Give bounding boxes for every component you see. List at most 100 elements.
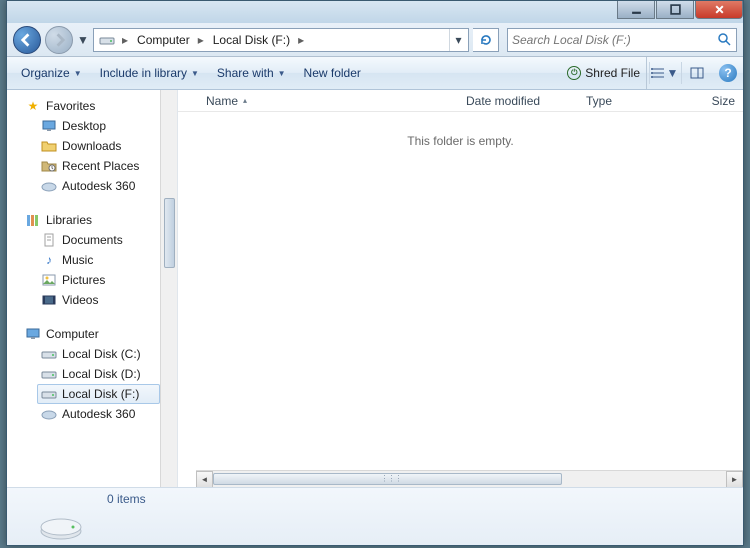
- nav-item-music[interactable]: ♪ Music: [7, 250, 177, 270]
- music-icon: ♪: [41, 252, 57, 268]
- item-label: Videos: [62, 293, 98, 307]
- back-button[interactable]: [13, 26, 41, 54]
- chevron-right-icon[interactable]: ▸: [195, 33, 207, 47]
- item-label: Local Disk (D:): [62, 367, 141, 381]
- file-list-area[interactable]: Name ▴ Date modified Type Size This folde…: [178, 90, 743, 487]
- cloud-icon: [41, 178, 57, 194]
- folder-icon: [41, 138, 57, 154]
- breadcrumb-computer[interactable]: Computer: [131, 29, 195, 51]
- pictures-icon: [41, 272, 57, 288]
- shred-file-button[interactable]: ⏻ Shred File: [561, 57, 647, 89]
- scrollbar-thumb[interactable]: [164, 198, 175, 268]
- column-type[interactable]: Type: [578, 94, 678, 108]
- address-dropdown[interactable]: ▾: [449, 29, 467, 51]
- computer-group[interactable]: Computer: [7, 324, 177, 344]
- nav-item-pictures[interactable]: Pictures: [7, 270, 177, 290]
- drive-icon: [98, 32, 116, 48]
- nav-item-downloads[interactable]: Downloads: [7, 136, 177, 156]
- column-headers: Name ▴ Date modified Type Size: [178, 90, 743, 112]
- nav-item-localdisk-d[interactable]: Local Disk (D:): [7, 364, 177, 384]
- item-label: Pictures: [62, 273, 105, 287]
- column-date[interactable]: Date modified: [458, 94, 578, 108]
- view-options-button[interactable]: ▼: [649, 62, 679, 84]
- item-label: Documents: [62, 233, 123, 247]
- nav-item-autodesk360-2[interactable]: Autodesk 360: [7, 404, 177, 424]
- search-box[interactable]: [507, 28, 737, 52]
- minimize-button[interactable]: [617, 1, 655, 19]
- column-name[interactable]: Name ▴: [198, 94, 458, 108]
- item-label: Desktop: [62, 119, 106, 133]
- drive-large-icon: [37, 505, 85, 541]
- empty-folder-message: This folder is empty.: [178, 134, 743, 148]
- col-label: Size: [712, 94, 735, 108]
- col-label: Type: [586, 94, 612, 108]
- nav-item-autodesk360[interactable]: Autodesk 360: [7, 176, 177, 196]
- include-in-library-menu[interactable]: Include in library▼: [92, 61, 207, 85]
- search-input[interactable]: [512, 33, 716, 47]
- command-bar: Organize▼ Include in library▼ Share with…: [7, 57, 743, 90]
- refresh-button[interactable]: [473, 28, 499, 52]
- nav-item-localdisk-f[interactable]: Local Disk (F:): [37, 384, 160, 404]
- videos-icon: [41, 292, 57, 308]
- chevron-down-icon: ▼: [74, 69, 82, 78]
- include-label: Include in library: [100, 66, 187, 80]
- scroll-right-button[interactable]: ►: [726, 471, 743, 488]
- favorites-group[interactable]: ★ Favorites: [7, 96, 177, 116]
- col-label: Date modified: [466, 94, 540, 108]
- horizontal-scrollbar[interactable]: ◄ ►: [196, 470, 743, 487]
- sort-indicator-icon: ▴: [243, 96, 247, 105]
- chevron-right-icon[interactable]: ▸: [119, 33, 131, 47]
- nav-item-documents[interactable]: Documents: [7, 230, 177, 250]
- new-folder-button[interactable]: New folder: [296, 61, 369, 85]
- star-icon: ★: [25, 98, 41, 114]
- breadcrumb-localdisk-f[interactable]: Local Disk (F:): [207, 29, 295, 51]
- help-button[interactable]: ?: [719, 64, 737, 82]
- computer-label: Computer: [46, 327, 99, 341]
- item-label: Autodesk 360: [62, 179, 135, 193]
- scroll-track[interactable]: [213, 471, 726, 487]
- drive-icon: [41, 366, 57, 382]
- col-label: Name: [206, 94, 238, 108]
- favorites-label: Favorites: [46, 99, 95, 113]
- explorer-window: ▼ ▸ Computer ▸ Local Disk (F:) ▸ ▾ Organ…: [6, 0, 744, 546]
- title-bar[interactable]: [7, 1, 743, 23]
- nav-item-videos[interactable]: Videos: [7, 290, 177, 310]
- close-button[interactable]: [695, 1, 743, 19]
- forward-button[interactable]: [45, 26, 73, 54]
- maximize-button[interactable]: [656, 1, 694, 19]
- nav-item-recent-places[interactable]: Recent Places: [7, 156, 177, 176]
- navigation-row: ▼ ▸ Computer ▸ Local Disk (F:) ▸ ▾: [7, 23, 743, 57]
- item-count: 0 items: [107, 492, 146, 506]
- navpane-scrollbar[interactable]: [160, 90, 177, 487]
- desktop-icon: [41, 118, 57, 134]
- computer-icon: [25, 326, 41, 342]
- item-label: Music: [62, 253, 93, 267]
- item-label: Autodesk 360: [62, 407, 135, 421]
- history-dropdown[interactable]: ▼: [77, 29, 89, 51]
- address-bar[interactable]: ▸ Computer ▸ Local Disk (F:) ▸ ▾: [93, 28, 469, 52]
- chevron-right-icon[interactable]: ▸: [295, 33, 307, 47]
- organize-menu[interactable]: Organize ▼: [13, 61, 90, 85]
- scroll-left-button[interactable]: ◄: [196, 471, 213, 488]
- navigation-pane: ★ Favorites Desktop Downloads Recent Plac…: [7, 90, 177, 487]
- document-icon: [41, 232, 57, 248]
- libraries-icon: [25, 212, 41, 228]
- scrollbar-thumb[interactable]: [213, 473, 562, 485]
- drive-icon: [41, 386, 57, 402]
- libraries-label: Libraries: [46, 213, 92, 227]
- recent-icon: [41, 158, 57, 174]
- libraries-group[interactable]: Libraries: [7, 210, 177, 230]
- organize-label: Organize: [21, 66, 70, 80]
- share-with-menu[interactable]: Share with▼: [209, 61, 294, 85]
- preview-pane-button[interactable]: [681, 62, 711, 84]
- shred-label: Shred File: [585, 66, 640, 80]
- item-label: Local Disk (C:): [62, 347, 141, 361]
- nav-item-localdisk-c[interactable]: Local Disk (C:): [7, 344, 177, 364]
- cloud-icon: [41, 406, 57, 422]
- newfolder-label: New folder: [304, 66, 361, 80]
- nav-item-desktop[interactable]: Desktop: [7, 116, 177, 136]
- item-label: Downloads: [62, 139, 121, 153]
- column-size[interactable]: Size: [678, 94, 743, 108]
- power-icon: ⏻: [567, 66, 581, 80]
- search-icon[interactable]: [716, 33, 732, 46]
